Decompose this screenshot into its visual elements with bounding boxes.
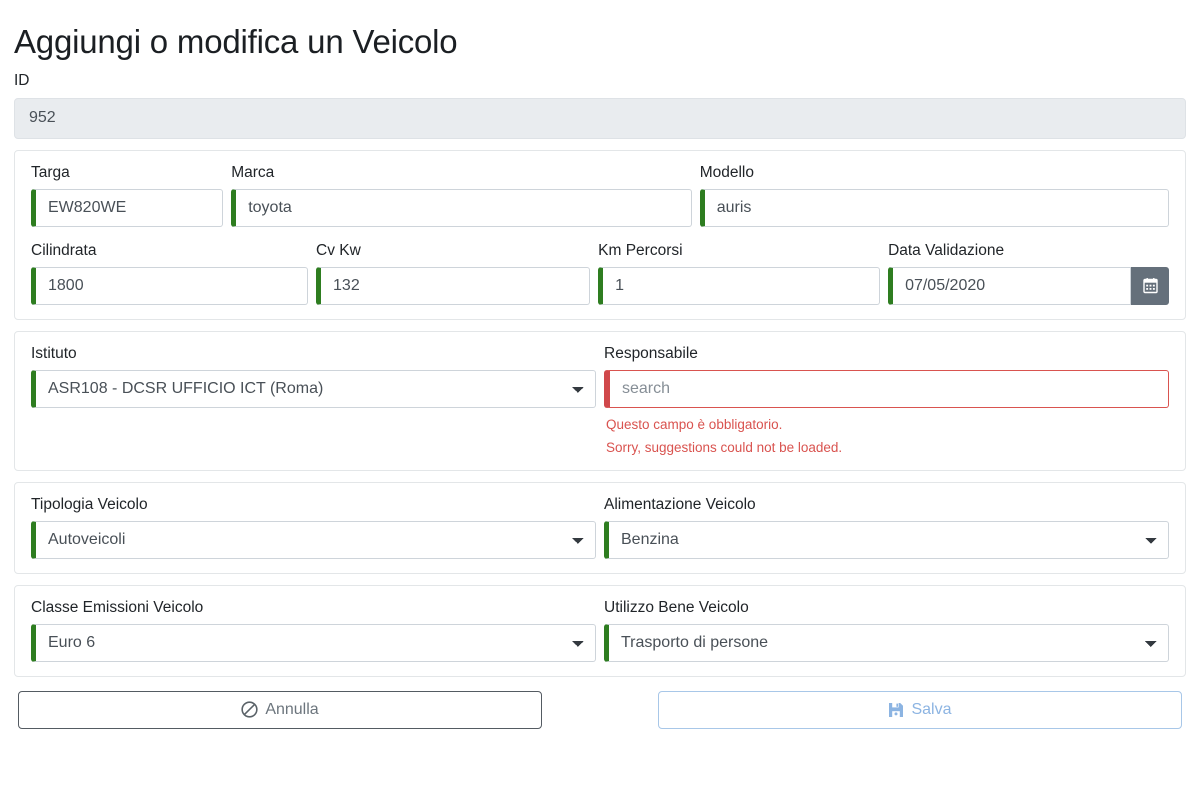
id-label: ID	[14, 71, 30, 89]
cancel-button[interactable]: Annulla	[18, 690, 542, 729]
modello-input[interactable]	[699, 188, 1169, 227]
km-percorsi-label: Km Percorsi	[598, 241, 683, 259]
form-actions: Annulla Salva	[14, 690, 1186, 729]
save-button[interactable]: Salva	[658, 690, 1182, 729]
cv-kw-label: Cv Kw	[316, 241, 361, 259]
field-responsabile: Responsabile Questo campo è obbligatorio…	[600, 344, 1173, 456]
utilizzo-bene-label: Utilizzo Bene Veicolo	[604, 598, 749, 616]
responsabile-suggestions-error: Sorry, suggestions could not be loaded.	[606, 439, 843, 455]
calendar-icon	[1142, 277, 1158, 294]
field-modello: Modello	[696, 163, 1173, 227]
row-emissioni: Classe Emissioni Veicolo Euro 6 Utilizzo…	[27, 598, 1173, 662]
field-cilindrata: Cilindrata	[27, 241, 312, 305]
km-percorsi-input[interactable]	[598, 266, 881, 305]
classe-emissioni-label: Classe Emissioni Veicolo	[31, 598, 204, 616]
classe-emissioni-select[interactable]: Euro 6	[31, 623, 596, 662]
calendar-icon-button[interactable]	[1131, 266, 1169, 305]
cancel-button-label: Annulla	[265, 700, 319, 718]
field-istituto: Istituto ASR108 - DCSR UFFICIO ICT (Roma…	[27, 344, 600, 422]
responsabile-required-error: Questo campo è obbligatorio.	[606, 416, 783, 432]
targa-label: Targa	[31, 163, 70, 181]
field-km-percorsi: Km Percorsi	[594, 241, 884, 305]
field-utilizzo-bene: Utilizzo Bene Veicolo Trasporto di perso…	[600, 598, 1173, 662]
responsabile-label: Responsabile	[604, 344, 698, 362]
row-anagrafica: Targa Marca Modello	[27, 163, 1173, 227]
data-validazione-label: Data Validazione	[888, 241, 1005, 259]
ban-icon	[241, 701, 258, 718]
cilindrata-input[interactable]	[31, 266, 309, 305]
vehicle-form-page: Aggiungi o modifica un Veicolo ID Targa …	[0, 22, 1200, 802]
tipologia-select[interactable]: Autoveicoli	[31, 520, 596, 559]
field-classe-emissioni: Classe Emissioni Veicolo Euro 6	[27, 598, 600, 662]
marca-input[interactable]	[231, 188, 692, 227]
targa-input[interactable]	[31, 188, 224, 227]
istituto-spacer	[31, 408, 596, 422]
cilindrata-label: Cilindrata	[31, 241, 97, 259]
field-alimentazione: Alimentazione Veicolo Benzina	[600, 495, 1173, 559]
tipologia-label: Tipologia Veicolo	[31, 495, 148, 513]
field-data-validazione: Data Validazione	[884, 241, 1173, 305]
panel-anagrafica: Targa Marca Modello Cilindrata Cv Kw	[14, 149, 1186, 320]
data-validazione-input[interactable]	[888, 266, 1131, 305]
cv-kw-input[interactable]	[316, 266, 591, 305]
utilizzo-bene-select[interactable]: Trasporto di persone	[604, 623, 1169, 662]
id-input[interactable]	[14, 97, 1186, 139]
cancel-button-wrapper: Annulla	[16, 690, 544, 729]
save-icon	[888, 702, 904, 718]
modello-label: Modello	[699, 163, 754, 181]
row-assegnazione: Istituto ASR108 - DCSR UFFICIO ICT (Roma…	[27, 344, 1173, 456]
alimentazione-select[interactable]: Benzina	[604, 520, 1169, 559]
marca-label: Marca	[231, 163, 275, 181]
save-button-wrapper: Salva	[656, 690, 1184, 729]
date-input-group	[888, 266, 1169, 305]
field-marca: Marca	[227, 163, 696, 227]
istituto-select[interactable]: ASR108 - DCSR UFFICIO ICT (Roma)	[31, 369, 596, 408]
panel-classificazione: Tipologia Veicolo Autoveicoli Alimentazi…	[14, 481, 1186, 574]
field-tipologia: Tipologia Veicolo Autoveicoli	[27, 495, 600, 559]
save-button-label: Salva	[911, 700, 952, 718]
panel-assegnazione: Istituto ASR108 - DCSR UFFICIO ICT (Roma…	[14, 330, 1186, 471]
field-cv-kw: Cv Kw	[312, 241, 594, 305]
istituto-label: Istituto	[31, 344, 77, 362]
panel-emissioni: Classe Emissioni Veicolo Euro 6 Utilizzo…	[14, 584, 1186, 677]
row-classificazione: Tipologia Veicolo Autoveicoli Alimentazi…	[27, 495, 1173, 559]
alimentazione-label: Alimentazione Veicolo	[604, 495, 756, 513]
page-title: Aggiungi o modifica un Veicolo	[14, 23, 458, 60]
responsabile-search-input[interactable]	[604, 369, 1169, 408]
field-targa: Targa	[27, 163, 227, 227]
row-tecnica: Cilindrata Cv Kw Km Percorsi Data Valida…	[27, 241, 1173, 305]
